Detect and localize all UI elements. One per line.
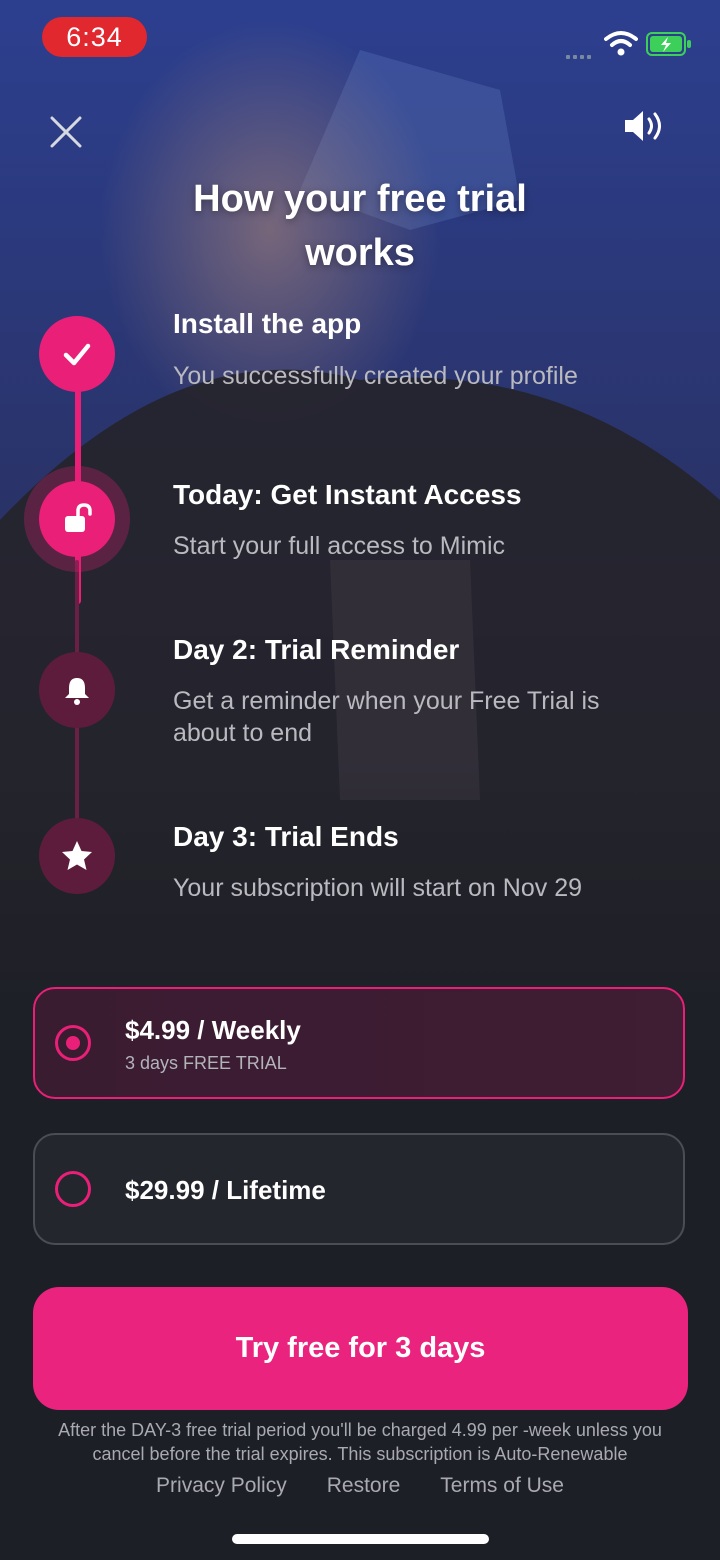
privacy-policy-link[interactable]: Privacy Policy (156, 1474, 287, 1498)
legal-disclaimer: After the DAY-3 free trial period you'll… (20, 1418, 700, 1466)
unlock-icon (65, 503, 92, 532)
footer-links: Privacy Policy Restore Terms of Use (0, 1474, 720, 1498)
wifi-icon (604, 31, 638, 56)
status-time: 6:34 (42, 17, 147, 57)
step-1-title: Install the app (173, 308, 362, 339)
step-4-node (39, 818, 115, 894)
title-line-2: works (305, 232, 415, 274)
legal-line-2: cancel before the trial expires. This su… (92, 1444, 628, 1464)
step-1-desc: You successfully created your profile (173, 362, 578, 390)
speaker-icon[interactable] (620, 106, 670, 146)
bell-icon (65, 678, 89, 705)
step-2-desc: Start your full access to Mimic (173, 532, 506, 560)
try-free-button[interactable]: Try free for 3 days (33, 1287, 688, 1410)
battery-icon (646, 32, 691, 56)
step-3-node (39, 652, 115, 728)
step-3-desc-line-1: Get a reminder when your Free Trial is (173, 687, 600, 715)
radio-selected[interactable] (55, 1025, 91, 1061)
step-3-desc-line-2: about to end (173, 719, 313, 747)
star-icon (62, 841, 92, 870)
step-3-title: Day 2: Trial Reminder (173, 634, 460, 665)
plan-option-weekly[interactable]: $4.99 / Weekly 3 days FREE TRIAL (33, 987, 685, 1099)
plan-lifetime-title: $29.99 / Lifetime (125, 1175, 326, 1205)
step-3-desc: Get a reminder when your Free Trial is a… (173, 685, 673, 749)
plan-weekly-subtitle: 3 days FREE TRIAL (125, 1053, 287, 1073)
cellular-signal-icon (566, 46, 594, 64)
step-1-node (39, 316, 115, 392)
title-line-1: How your free trial (193, 178, 527, 220)
step-4-desc: Your subscription will start on Nov 29 (173, 874, 582, 902)
radio-dot (66, 1036, 80, 1050)
plan-weekly-title: $4.99 / Weekly (125, 1015, 301, 1045)
step-4-title: Day 3: Trial Ends (173, 821, 399, 852)
terms-of-use-link[interactable]: Terms of Use (440, 1474, 564, 1498)
legal-line-1: After the DAY-3 free trial period you'll… (58, 1420, 662, 1440)
home-indicator[interactable] (232, 1534, 489, 1544)
checkmark-icon (63, 343, 91, 366)
plan-option-lifetime[interactable]: $29.99 / Lifetime (33, 1133, 685, 1245)
close-icon[interactable] (46, 112, 86, 152)
step-2-title: Today: Get Instant Access (173, 479, 522, 510)
page-title: How your free trial works (120, 172, 600, 280)
radio-unselected[interactable] (55, 1171, 91, 1207)
restore-link[interactable]: Restore (327, 1474, 401, 1498)
step-2-node (39, 481, 115, 557)
